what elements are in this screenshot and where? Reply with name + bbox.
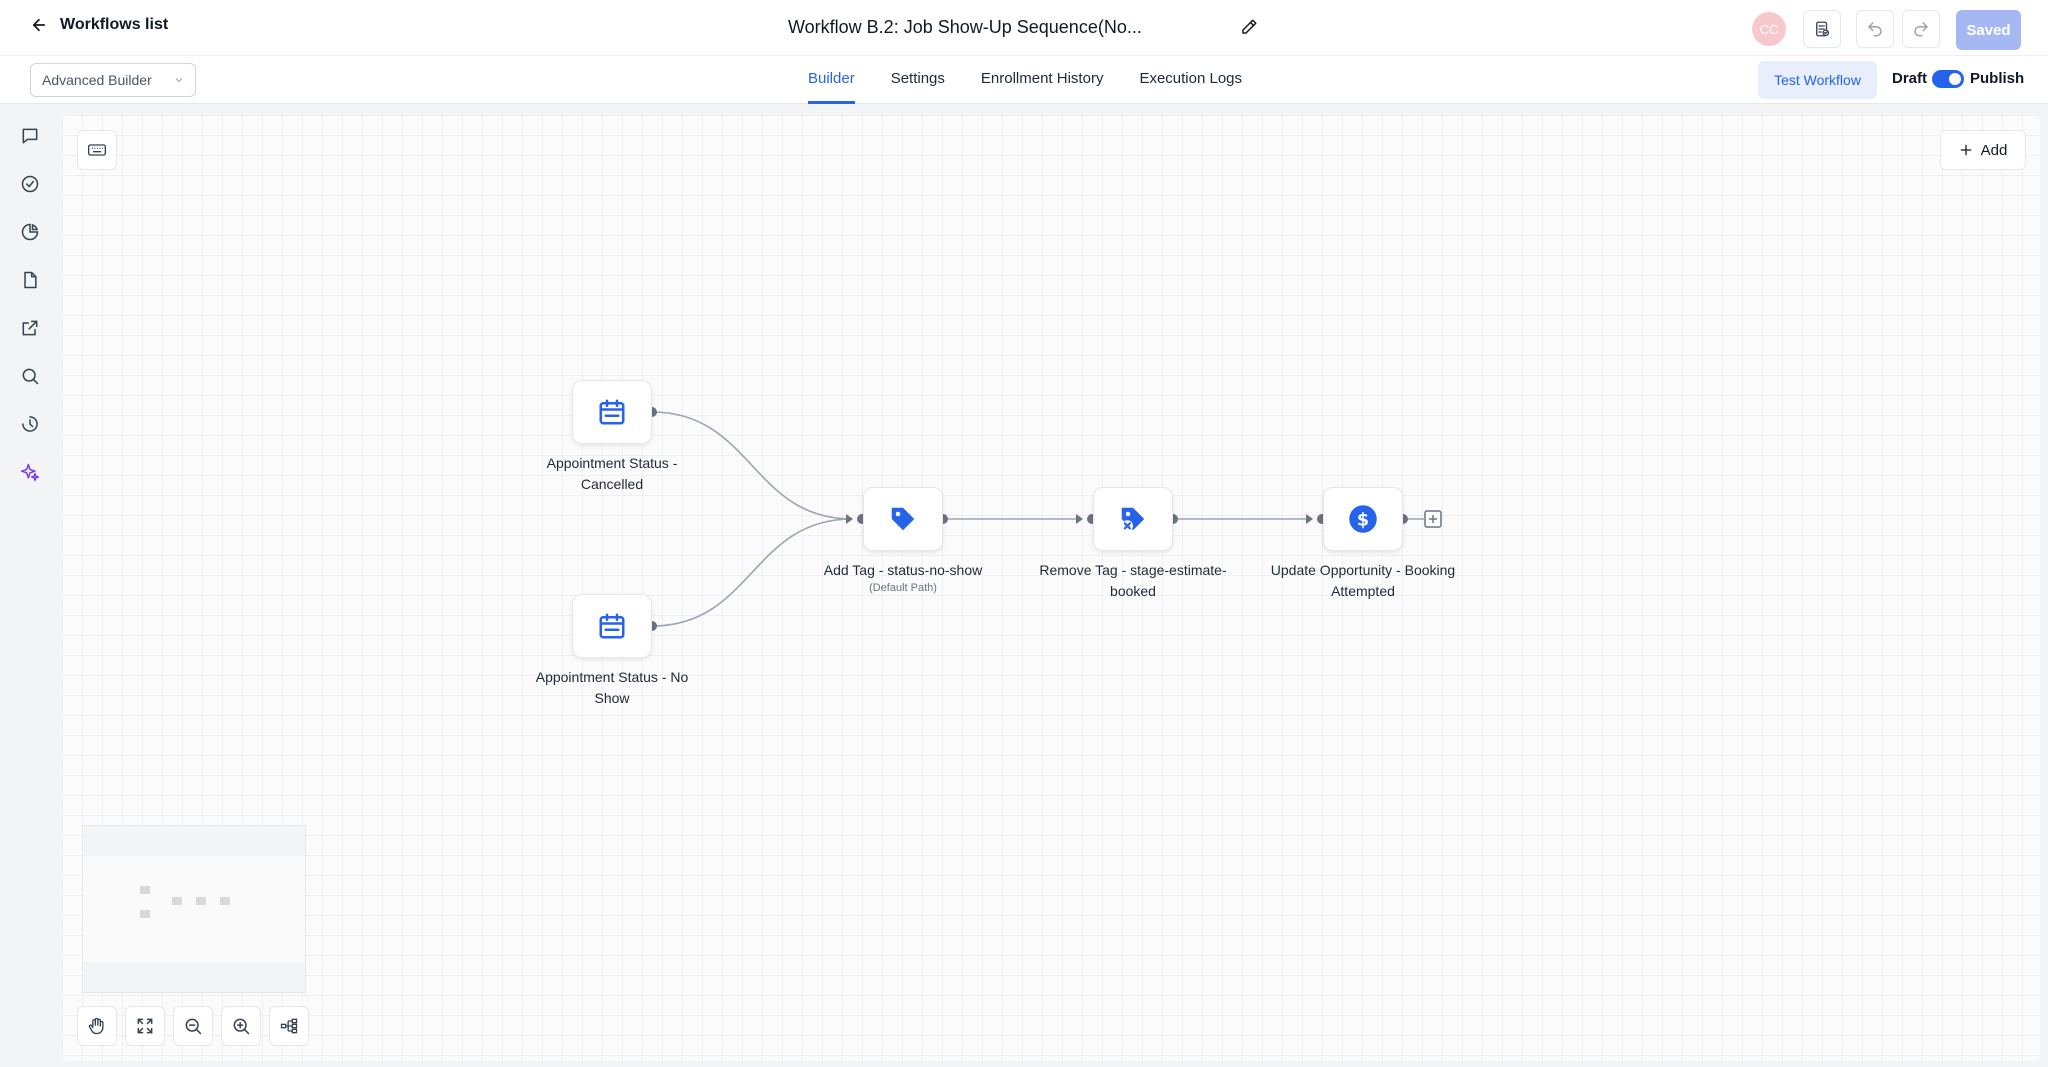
top-bar: Workflows list Workflow B.2: Job Show-Up…	[0, 0, 2048, 56]
publish-label: Publish	[1970, 70, 2025, 87]
calendar-icon	[599, 613, 625, 639]
node-label-add-tag-text: Add Tag - status-no-show	[823, 562, 983, 578]
node-label-update-opportunity: Update Opportunity - Booking Attempted	[1270, 562, 1456, 599]
hand-icon	[88, 1017, 104, 1035]
workflow-title: Workflow B.2: Job Show-Up Sequence(No...	[788, 17, 1142, 37]
node-label-trigger-no-show: Appointment Status - No Show	[535, 669, 689, 706]
node-label-add-tag: Add Tag - status-no-show (Default Path)	[808, 560, 998, 595]
zoom-out-icon	[185, 1018, 202, 1035]
add-step-icon[interactable]	[1424, 510, 1442, 528]
node-label-trigger-cancelled: Appointment Status - Cancelled	[546, 455, 678, 492]
sidebar-item-tasks[interactable]	[20, 174, 40, 194]
sidebar-item-history[interactable]	[20, 414, 40, 434]
auto-layout-button[interactable]	[269, 1006, 309, 1046]
tag-remove-icon	[1121, 507, 1145, 532]
node-add-tag[interactable]	[863, 487, 943, 551]
avatar[interactable]: CC	[1752, 12, 1786, 46]
sidebar-item-external[interactable]	[20, 318, 40, 338]
left-sidebar	[0, 104, 60, 1067]
calendar-icon	[599, 399, 625, 425]
file-icon	[24, 271, 37, 289]
document-check-icon	[1816, 21, 1830, 37]
pencil-icon[interactable]	[1240, 18, 1258, 36]
minimap-node	[172, 897, 182, 905]
minimap-node	[140, 910, 150, 918]
draft-label: Draft	[1892, 70, 1928, 87]
chevron-down-icon	[175, 78, 183, 83]
arrow-left-icon	[32, 18, 46, 32]
builder-mode-value: Advanced Builder	[42, 72, 152, 88]
redo-icon	[1914, 22, 1928, 37]
history-icon	[22, 416, 38, 432]
sidebar-item-stats[interactable]	[20, 222, 40, 242]
minimap-viewport	[83, 856, 305, 962]
sparkles-icon	[20, 463, 40, 482]
undo-icon	[1868, 22, 1882, 37]
zoom-out-button[interactable]	[173, 1006, 213, 1046]
saved-button[interactable]: Saved	[1956, 10, 2021, 50]
zoom-in-button[interactable]	[221, 1006, 261, 1046]
tab-settings[interactable]: Settings	[891, 56, 945, 104]
publish-toggle[interactable]	[1932, 70, 1964, 88]
tag-icon	[891, 507, 915, 531]
redo-button[interactable]	[1902, 10, 1940, 48]
node-label-remove-tag: Remove Tag - stage-estimate-booked	[1039, 562, 1227, 599]
minimap-node	[220, 897, 230, 905]
node-update-opportunity[interactable]: $	[1323, 487, 1403, 551]
canvas-controls	[77, 1006, 309, 1046]
workflow-canvas[interactable]: Add Appointment Status - Cancelled Appoi…	[62, 115, 2040, 1061]
undo-button[interactable]	[1856, 10, 1894, 48]
back-label: Workflows list	[60, 16, 169, 33]
minimap[interactable]	[82, 825, 306, 993]
fit-view-button[interactable]	[125, 1006, 165, 1046]
sub-bar: Advanced Builder Builder Settings Enroll…	[0, 56, 2048, 104]
minimap-node	[140, 886, 150, 894]
logs-button[interactable]	[1803, 10, 1841, 48]
sidebar-item-ai[interactable]	[20, 462, 40, 482]
check-circle-icon	[21, 175, 39, 193]
svg-text:$: $	[1357, 510, 1369, 530]
zoom-in-icon	[233, 1018, 250, 1035]
node-trigger-no-show[interactable]	[572, 594, 652, 658]
test-workflow-button[interactable]: Test Workflow	[1758, 61, 1877, 99]
sidebar-item-search[interactable]	[20, 366, 40, 386]
node-sublabel-default-path: (Default Path)	[869, 582, 937, 594]
node-remove-tag[interactable]	[1093, 487, 1173, 551]
search-icon	[22, 368, 39, 385]
minimap-node	[196, 897, 206, 905]
external-link-icon	[22, 320, 38, 336]
tab-execution-logs[interactable]: Execution Logs	[1139, 56, 1242, 104]
hierarchy-icon	[280, 1018, 298, 1034]
dollar-icon: $	[1349, 505, 1377, 533]
builder-mode-select[interactable]: Advanced Builder	[30, 63, 196, 97]
chat-icon	[22, 128, 38, 144]
tab-builder[interactable]: Builder	[808, 56, 855, 104]
expand-icon	[137, 1018, 153, 1034]
pan-button[interactable]	[77, 1006, 117, 1046]
back-to-workflows-link[interactable]: Workflows list	[30, 16, 168, 34]
pie-chart-icon	[21, 223, 39, 241]
sidebar-item-files[interactable]	[20, 270, 40, 290]
tabs: Builder Settings Enrollment History Exec…	[808, 56, 1242, 104]
tab-enrollment-history[interactable]: Enrollment History	[981, 56, 1104, 104]
sidebar-item-chat[interactable]	[20, 126, 40, 146]
node-trigger-cancelled[interactable]	[572, 380, 652, 444]
